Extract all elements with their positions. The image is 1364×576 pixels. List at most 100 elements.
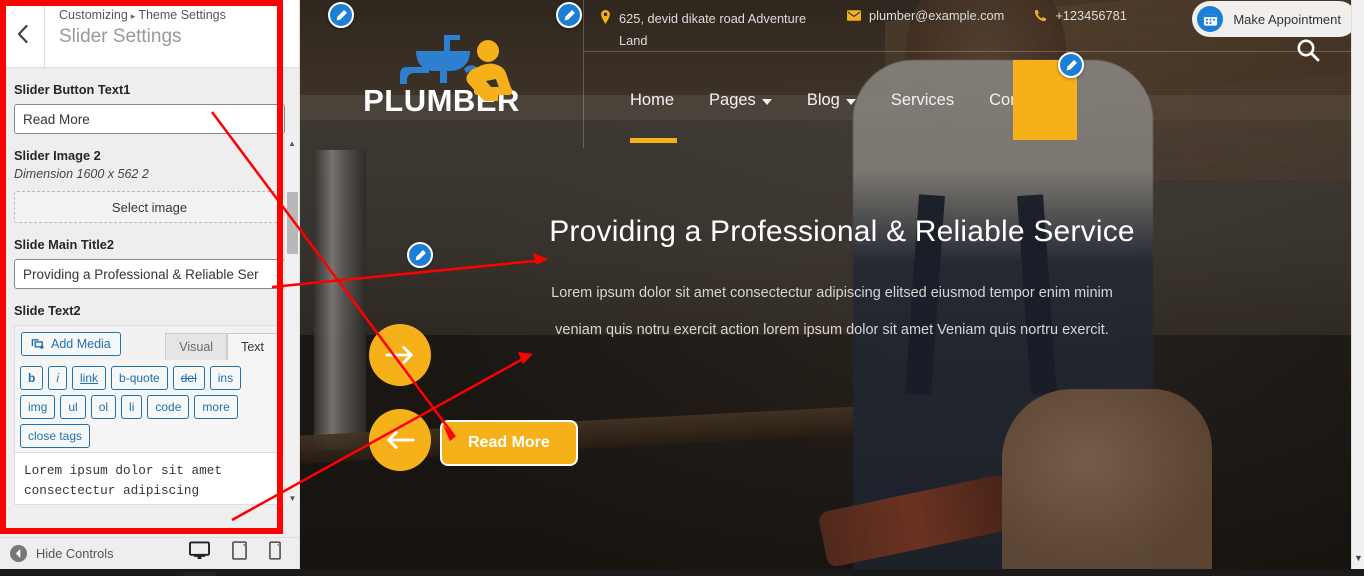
- slider-next-button[interactable]: [369, 324, 431, 386]
- quicktag-img[interactable]: img: [20, 395, 56, 419]
- slide-main-title-label: Slide Main Title2: [14, 237, 115, 252]
- quicktag-ol[interactable]: ol: [90, 395, 117, 419]
- page-title: Slider Settings: [59, 25, 182, 47]
- email-text: plumber@example.com: [869, 8, 1005, 23]
- tablet-icon: [232, 540, 247, 560]
- envelope-icon: [847, 9, 861, 24]
- quicktag-more[interactable]: more: [194, 395, 238, 419]
- nav-item-services-label: Services: [890, 90, 955, 109]
- slider-image-dimension-hint: Dimension 1600 x 562 2: [14, 167, 149, 181]
- quicktag-ul[interactable]: ul: [60, 395, 86, 419]
- quicktag-del[interactable]: del: [172, 366, 205, 390]
- nav-item-home[interactable]: Home: [630, 90, 678, 143]
- preview-scrollbar[interactable]: ▼: [1351, 0, 1364, 569]
- hero-content: Providing a Professional & Reliable Serv…: [300, 215, 1364, 466]
- quicktag-code[interactable]: code: [147, 395, 190, 419]
- chevron-left-icon: [17, 24, 28, 43]
- wp-editor: Add Media Visual Text b i link b-quote d…: [14, 325, 285, 505]
- device-desktop-button[interactable]: [183, 540, 216, 576]
- phone-text: +123456781: [1055, 8, 1127, 23]
- hero-description: Lorem ipsum dolor sit amet consectectur …: [300, 275, 1364, 349]
- nav-item-blog[interactable]: Blog: [807, 91, 856, 110]
- customizer-controls: Slider Button Text1 Read More Slider Ima…: [0, 68, 299, 537]
- breadcrumb-separator-icon: ▸: [130, 11, 136, 21]
- edit-shortcut-logo[interactable]: [328, 2, 354, 28]
- quicktag-ins[interactable]: ins: [209, 366, 242, 390]
- pencil-icon: [415, 249, 426, 260]
- media-icon: [31, 339, 44, 349]
- breadcrumb-section[interactable]: Theme Settings: [138, 8, 226, 22]
- search-icon: [1297, 39, 1320, 62]
- nav-item-home-label: Home: [630, 90, 675, 109]
- slide-main-title-input[interactable]: Providing a Professional & Reliable Ser: [14, 259, 285, 289]
- pencil-icon: [336, 9, 347, 20]
- nav-item-pages[interactable]: Pages: [709, 91, 772, 110]
- make-appointment-label: Make Appointment: [1233, 11, 1341, 27]
- tab-visual[interactable]: Visual: [165, 333, 228, 360]
- slider-prev-button[interactable]: [369, 409, 431, 471]
- mobile-icon: [269, 540, 281, 560]
- customizer-footer: Hide Controls: [0, 537, 299, 576]
- editor-mode-tabs: Visual Text: [165, 333, 278, 360]
- slider-image-label: Slider Image 2: [14, 148, 101, 163]
- search-button[interactable]: [1294, 36, 1322, 69]
- edit-shortcut-header-block[interactable]: [1058, 52, 1084, 78]
- top-info-bar: 625, devid dikate road Adventure Land pl…: [584, 0, 1364, 52]
- site-preview: 625, devid dikate road Adventure Land pl…: [300, 0, 1364, 569]
- address-text: 625, devid dikate road Adventure Land: [619, 11, 807, 49]
- quicktag-link[interactable]: link: [72, 366, 107, 390]
- customizer-header: Customizing ▸ Theme Settings Slider Settin…: [0, 0, 299, 68]
- pencil-icon: [1066, 59, 1077, 70]
- phone-icon: [1034, 9, 1047, 25]
- control-slider-button-text: Slider Button Text1 Read More: [14, 82, 285, 134]
- preview-scroll-down-icon[interactable]: ▼: [1352, 553, 1364, 563]
- quicktags-toolbar: b i link b-quote del ins img ul ol li co…: [15, 360, 284, 452]
- back-button[interactable]: [0, 0, 45, 67]
- scrollbar-thumb[interactable]: [287, 192, 298, 254]
- calendar-icon: [1197, 6, 1224, 32]
- add-media-label: Add Media: [51, 337, 111, 351]
- customizer-scrollbar[interactable]: ▲ ▼: [284, 136, 299, 505]
- pencil-icon: [564, 9, 575, 20]
- hide-controls-label: Hide Controls: [36, 546, 114, 561]
- quicktag-close-tags[interactable]: close tags: [20, 424, 91, 448]
- add-media-button[interactable]: Add Media: [21, 332, 121, 356]
- phone-item[interactable]: +123456781: [1034, 8, 1127, 25]
- make-appointment-button[interactable]: Make Appointment: [1192, 1, 1357, 37]
- device-preview-switcher: [183, 540, 299, 576]
- slider-button-text-input[interactable]: Read More: [14, 104, 285, 134]
- slide-text-label: Slide Text2: [14, 303, 81, 318]
- device-mobile-button[interactable]: [269, 540, 281, 567]
- hide-controls-button[interactable]: Hide Controls: [0, 545, 114, 562]
- nav-item-services[interactable]: Services: [891, 91, 954, 110]
- desktop-icon: [189, 540, 210, 559]
- scroll-up-icon[interactable]: ▲: [285, 136, 299, 150]
- control-slide-main-title: Slide Main Title2 Providing a Profession…: [14, 237, 285, 289]
- edit-shortcut-topbar[interactable]: [556, 2, 582, 28]
- main-navigation: Home Pages Blog Services Contact Us: [584, 52, 1364, 148]
- quicktag-b[interactable]: b: [20, 366, 44, 390]
- slide-text-textarea[interactable]: Lorem ipsum dolor sit amet consectectur …: [15, 452, 284, 504]
- chevron-down-icon: [761, 98, 772, 105]
- arrow-right-icon: [385, 346, 413, 364]
- breadcrumb: Customizing ▸ Theme Settings: [59, 8, 226, 24]
- quicktag-li[interactable]: li: [121, 395, 143, 419]
- control-slide-text: Slide Text2 Add Media Visual Text b i li…: [14, 303, 285, 505]
- arrow-left-icon: [387, 431, 415, 449]
- quicktag-i[interactable]: i: [48, 366, 68, 390]
- slider-button-text-label: Slider Button Text1: [14, 82, 131, 97]
- tab-text[interactable]: Text: [227, 333, 278, 360]
- plumber-logo-icon: [352, 29, 532, 101]
- scroll-down-icon[interactable]: ▼: [285, 491, 299, 505]
- control-slider-image: Slider Image 2 Dimension 1600 x 562 2 Se…: [14, 148, 285, 223]
- customizer-titles: Customizing ▸ Theme Settings Slider Settin…: [45, 0, 238, 67]
- email-item[interactable]: plumber@example.com: [847, 8, 1004, 24]
- device-tablet-button[interactable]: [232, 540, 247, 567]
- edit-shortcut-hero-title[interactable]: [407, 242, 433, 268]
- hero-read-more-button[interactable]: Read More: [440, 420, 578, 466]
- hero-description-line2: veniam quis notru exercit action lorem i…: [555, 321, 1109, 338]
- select-image-button[interactable]: Select image: [14, 191, 285, 223]
- address-item: 625, devid dikate road Adventure Land: [600, 8, 825, 53]
- breadcrumb-prefix: Customizing: [59, 8, 128, 22]
- quicktag-b-quote[interactable]: b-quote: [111, 366, 168, 390]
